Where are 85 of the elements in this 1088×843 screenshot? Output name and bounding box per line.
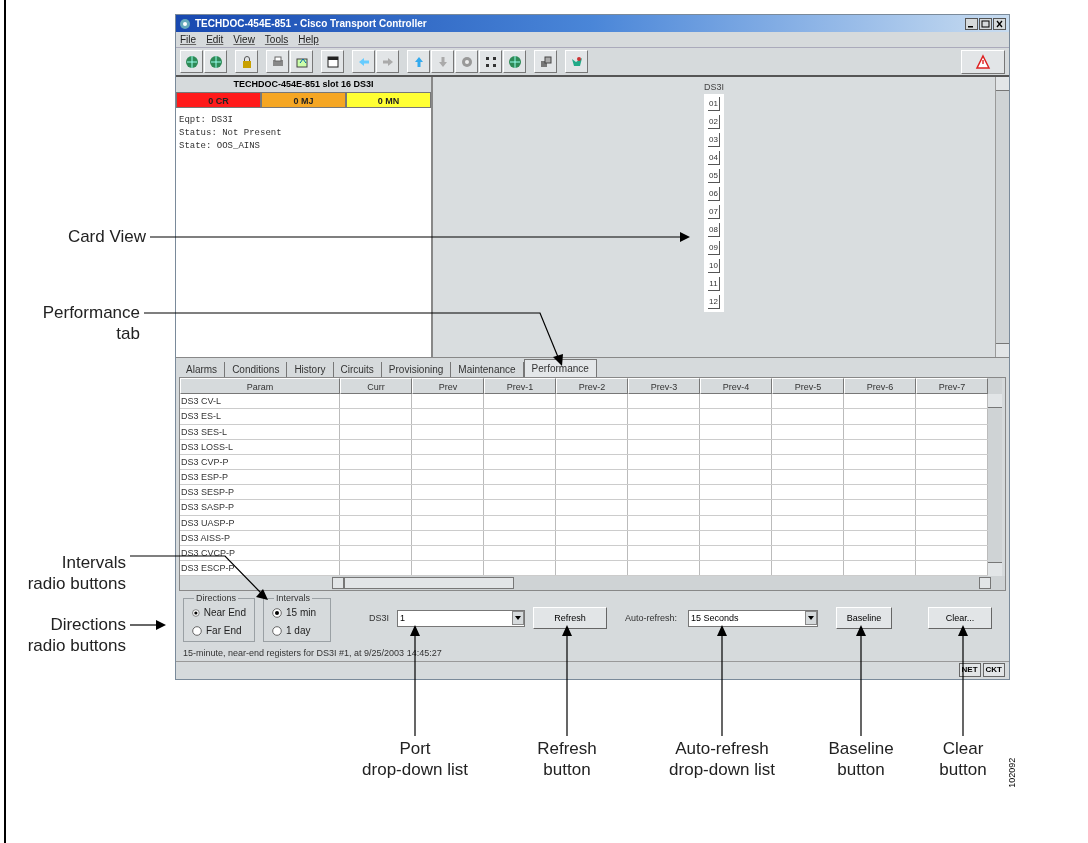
menu-item[interactable]: Help [298,32,319,48]
column-header[interactable]: Prev [412,378,484,395]
menu-item[interactable]: File [180,32,197,48]
callout-arrow [129,620,166,630]
param-cell: DS3 CVP-P [180,454,340,470]
param-cell: DS3 ESP-P [180,470,340,485]
column-header[interactable]: Prev-6 [844,378,916,395]
action-button[interactable]: Baseline [836,607,893,630]
port[interactable]: 06 [708,187,720,202]
port[interactable]: 07 [708,205,720,220]
param-cell: DS3 UASP-P [180,515,340,530]
app-icon [179,17,191,30]
scrollbar[interactable] [332,576,1005,591]
radio-label: Far End [206,625,242,638]
toolbar-button[interactable] [321,50,344,74]
scrollbar[interactable] [995,76,1009,358]
port[interactable]: 04 [708,151,720,166]
column-header[interactable]: Curr [340,378,412,395]
window-icon [324,53,341,70]
refresh-button[interactable]: Refresh [533,607,607,630]
globe-icon [183,53,200,70]
action-button[interactable]: Clear... [928,607,993,630]
radio-button[interactable] [272,608,282,619]
menu-item[interactable]: Tools [264,32,289,48]
radio-button[interactable] [192,626,202,637]
port[interactable]: 09 [708,241,720,256]
column-header[interactable]: Prev-3 [628,378,700,395]
callout-label: Port drop-down list [361,738,469,780]
param-cell: DS3 SESP-P [180,485,340,500]
auto-refresh-dropdown[interactable]: 15 Seconds [688,609,819,627]
radio-label: 1 day [286,625,311,638]
param-cell: DS3 CV-L [180,394,340,409]
port-dropdown[interactable]: 1 [397,609,525,627]
radio-button[interactable] [192,608,200,619]
column-header[interactable]: Prev-4 [700,378,772,395]
radio-button[interactable] [272,626,282,637]
globe-icon [506,53,523,70]
card-detail: State: OOS_AINS [179,139,261,153]
radio-label: 15 min [286,607,316,620]
column-header[interactable]: Prev-7 [916,378,988,395]
card-label: DS3I [704,80,724,94]
alert-icon [975,53,991,70]
port[interactable]: 05 [708,169,720,184]
port[interactable]: 03 [708,133,720,148]
tab[interactable]: Performance [523,359,597,378]
auto-refresh-label: Auto-refresh: [625,611,678,625]
port[interactable]: 02 [708,115,720,130]
toolbar-button[interactable] [479,50,502,74]
port-label: DS3I [369,611,389,625]
minimize-icon[interactable] [965,17,978,30]
param-cell: DS3 ES-L [180,409,340,424]
callout-label: Baseline button [827,738,895,780]
radio-label: Near End [203,607,246,620]
callout-label: Clear button [938,738,988,780]
callout-label: Auto-refresh drop-down list [668,738,776,780]
param-cell: DS3 AISS-P [180,530,340,545]
port[interactable]: 12 [708,295,720,310]
port[interactable]: 10 [708,259,720,274]
card-detail: Status: Not Present [179,126,283,140]
param-cell: DS3 LOSS-L [180,439,340,454]
figure-number: 102092 [1006,757,1019,788]
callout-label: Refresh button [536,738,598,780]
card-detail: Eqpt: DS3I [179,113,234,127]
column-header[interactable]: Prev-5 [772,378,844,395]
globe-icon [207,53,224,70]
scrollbar[interactable] [988,378,1002,577]
callout-label: Intervals radio buttons [26,552,126,594]
menu-item[interactable]: Edit [206,32,224,48]
callout-label: Card View [66,226,146,247]
column-header[interactable]: Prev-2 [556,378,628,395]
port[interactable]: 01 [708,97,720,112]
port[interactable]: 11 [708,277,720,292]
window-title: TECHDOC-454E-851 - Cisco Transport Controller [195,17,427,32]
param-cell: DS3 SES-L [180,424,340,439]
maximize-icon[interactable] [979,17,992,30]
status-indicator: CKT [982,663,1005,678]
param-cell: DS3 ESCP-P [180,561,340,576]
column-header[interactable]: Param [180,378,340,395]
close-icon[interactable] [993,17,1006,30]
callout-label: Performance tab [41,302,140,344]
callout-label: Directions radio buttons [26,614,126,656]
port[interactable]: 08 [708,223,720,238]
param-cell: DS3 SASP-P [180,500,340,515]
column-header[interactable]: Prev-1 [484,378,556,395]
menu-item[interactable]: View [233,32,255,48]
